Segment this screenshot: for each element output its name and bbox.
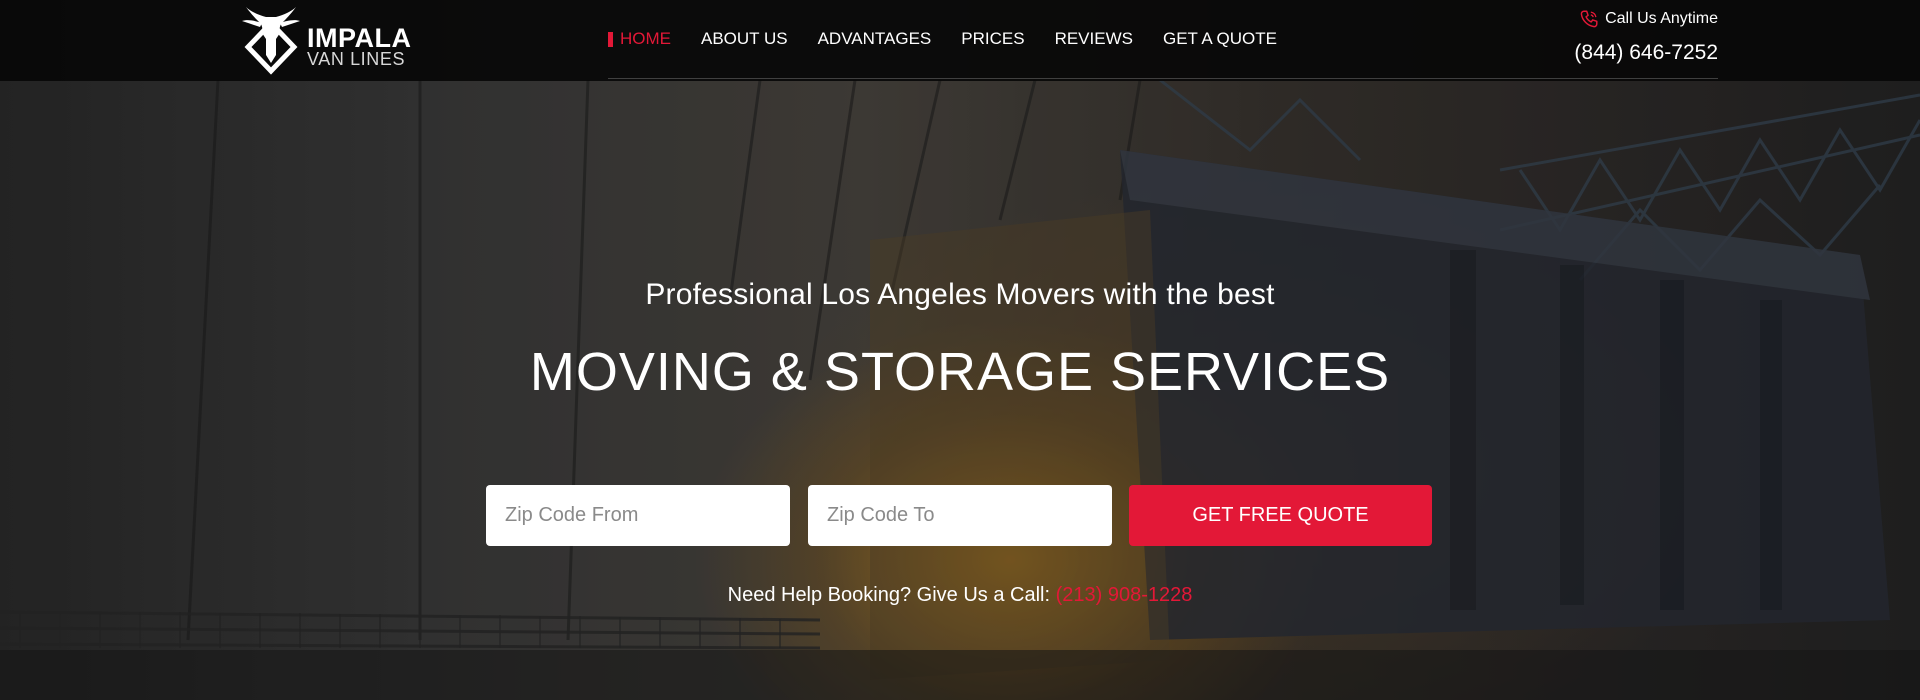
call-us-label: Call Us Anytime [1605, 10, 1718, 27]
help-text: Need Help Booking? Give Us a Call: [727, 584, 1056, 606]
logo[interactable]: IMPALA VAN LINES [236, 5, 416, 75]
main-nav: HOME ABOUT US ADVANTAGES PRICES REVIEWS … [608, 27, 1307, 51]
nav-item-label: HOME [620, 29, 671, 48]
nav-item-about-us[interactable]: ABOUT US [701, 29, 788, 49]
active-marker-icon [608, 31, 613, 47]
hero-subtitle: Professional Los Angeles Movers with the… [645, 278, 1275, 311]
nav-item-reviews[interactable]: REVIEWS [1055, 29, 1133, 49]
hero-title: MOVING & STORAGE SERVICES [529, 342, 1391, 402]
call-label-row: Call Us Anytime [1574, 8, 1718, 30]
brand-tagline: VAN LINES [307, 49, 406, 69]
header-phone-link[interactable]: (844) 646-7252 [1574, 41, 1718, 65]
get-free-quote-button[interactable]: GET FREE QUOTE [1129, 485, 1432, 546]
site-header: IMPALA VAN LINES HOME ABOUT US ADVANTAGE… [0, 0, 1920, 81]
phone-icon [1580, 10, 1598, 28]
nav-divider [608, 78, 1718, 79]
zip-code-from-input[interactable] [486, 485, 790, 546]
nav-item-prices[interactable]: PRICES [961, 29, 1024, 49]
quote-form: GET FREE QUOTE [486, 485, 1432, 546]
nav-item-home[interactable]: HOME [608, 29, 671, 49]
impala-logo-icon [242, 7, 300, 75]
nav-item-advantages[interactable]: ADVANTAGES [818, 29, 932, 49]
header-contact: Call Us Anytime (844) 646-7252 [1574, 8, 1718, 65]
zip-code-to-input[interactable] [808, 485, 1112, 546]
help-phone-link[interactable]: (213) 908-1228 [1056, 584, 1193, 606]
nav-item-get-a-quote[interactable]: GET A QUOTE [1163, 29, 1277, 49]
help-line: Need Help Booking? Give Us a Call: (213)… [0, 584, 1920, 607]
